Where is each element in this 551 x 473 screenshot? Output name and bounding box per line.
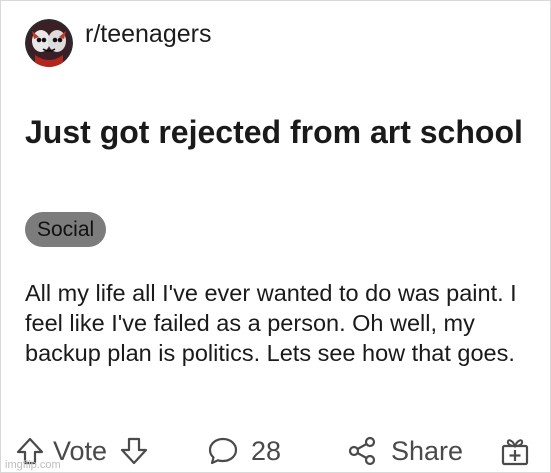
- action-bar: Vote 28 Share: [15, 431, 540, 471]
- share-icon: [347, 436, 377, 466]
- comment-icon: [207, 435, 239, 467]
- post-card: r/teenagers Just got rejected from art s…: [0, 0, 551, 473]
- comment-count: 28: [251, 435, 282, 466]
- watermark: imgflip.com: [5, 459, 61, 471]
- share-label: Share: [391, 435, 464, 466]
- gift-icon: [499, 435, 531, 467]
- subreddit-name[interactable]: r/teenagers: [85, 19, 211, 49]
- share-button[interactable]: Share: [347, 431, 463, 471]
- subreddit-avatar[interactable]: [25, 19, 73, 67]
- comments-button[interactable]: 28: [207, 431, 281, 471]
- post-body: All my life all I've ever wanted to do w…: [25, 280, 517, 366]
- post-header: r/teenagers: [25, 19, 211, 67]
- award-button[interactable]: [499, 431, 531, 471]
- flair-badge[interactable]: Social: [25, 212, 107, 247]
- post-title[interactable]: Just got rejected from art school: [25, 112, 525, 152]
- downvote-icon[interactable]: [119, 436, 149, 466]
- vote-label: Vote: [53, 435, 108, 466]
